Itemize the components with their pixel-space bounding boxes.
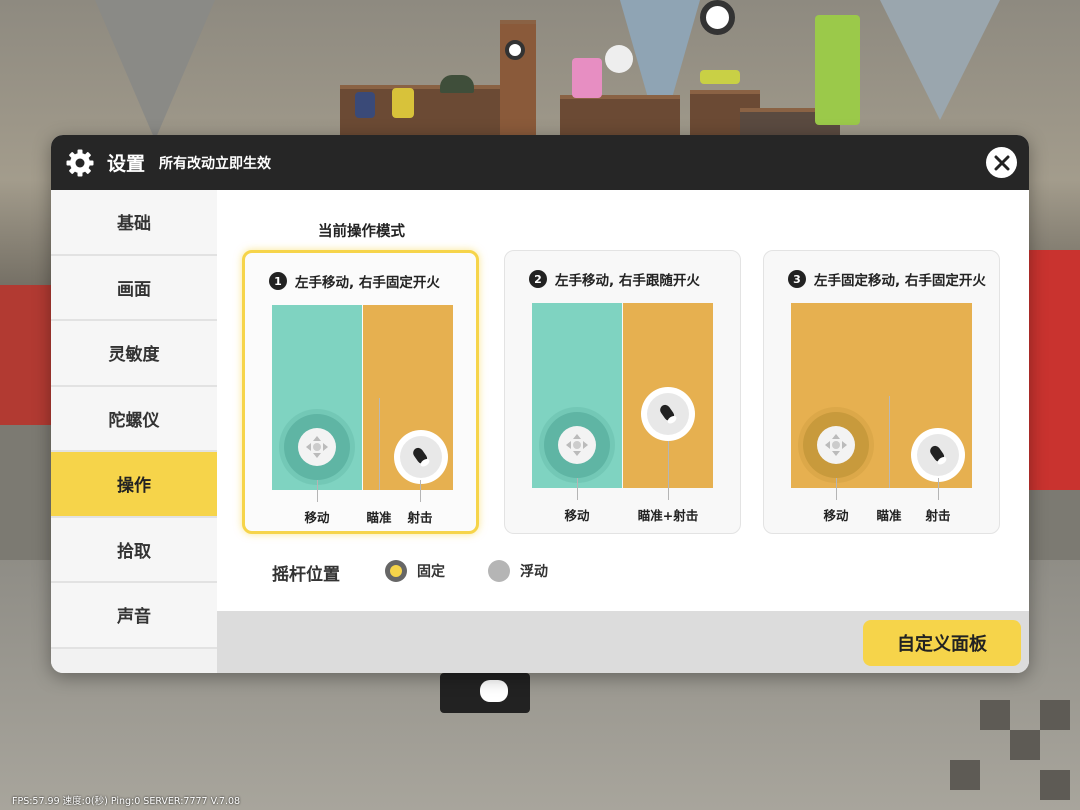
fire-label: 射击	[407, 510, 433, 525]
mode-card-header: 1 左手移动, 右手固定开火	[269, 271, 440, 291]
wall-target	[505, 40, 525, 60]
shop-item	[572, 58, 602, 98]
aim-fire-label: 瞄准+射击	[637, 508, 699, 523]
close-button[interactable]	[986, 147, 1017, 178]
settings-footer: 自定义面板	[217, 611, 1029, 673]
fire-button-icon	[911, 428, 965, 482]
move-label: 移动	[823, 508, 849, 523]
mode-label: 左手固定移动, 右手固定开火	[814, 273, 986, 289]
fire-button-icon	[394, 430, 448, 484]
zone-divider	[889, 396, 890, 488]
settings-sidebar: 基础 画面 灵敏度 陀螺仪 操作 拾取 声音	[51, 190, 217, 673]
aim-label: 瞄准	[366, 510, 392, 525]
joystick-icon	[544, 412, 610, 478]
shop-item	[392, 88, 414, 118]
banner-triangle	[95, 0, 215, 140]
fire-button-icon	[641, 387, 695, 441]
mode-card-3[interactable]: 3 左手固定移动, 右手固定开火 移动 瞄准 射击	[763, 250, 1000, 534]
floor-tile	[950, 760, 980, 790]
move-label: 移动	[304, 510, 330, 525]
shop-item	[700, 70, 740, 84]
red-wall	[1025, 250, 1080, 490]
joystick-icon	[284, 414, 350, 480]
radio-selected-icon	[385, 560, 407, 582]
radio-label: 固定	[417, 564, 445, 580]
radio-fixed[interactable]: 固定	[385, 560, 445, 582]
sidebar-item-pickup[interactable]: 拾取	[51, 517, 217, 583]
player-character	[480, 680, 508, 702]
shop-shelf	[560, 95, 680, 135]
wall-poster	[815, 15, 860, 125]
radio-label: 浮动	[520, 564, 548, 580]
floor-tile	[1010, 730, 1040, 760]
shop-item	[355, 92, 375, 118]
floor-tile	[980, 700, 1010, 730]
shop-item	[605, 45, 633, 73]
joystick-icon	[803, 412, 869, 478]
settings-title: 设置	[107, 153, 146, 175]
aim-label: 瞄准	[876, 508, 902, 523]
wall-target	[700, 0, 735, 35]
status-bar: FPS:57.99 速度:0(秒) Ping:0 SERVER:7777 V.7…	[12, 796, 241, 807]
radio-unselected-icon	[488, 560, 510, 582]
mode-card-header: 3 左手固定移动, 右手固定开火	[788, 269, 986, 289]
settings-subtitle: 所有改动立即生效	[159, 155, 272, 172]
mode-number-badge: 3	[788, 270, 806, 288]
custom-panel-button[interactable]: 自定义面板	[863, 620, 1021, 666]
settings-panel: 设置 所有改动立即生效 基础 画面 灵敏度 陀螺仪 操作 拾取 声音 当前操作模…	[51, 135, 1029, 673]
mode-card-1[interactable]: 1 左手移动, 右手固定开火 移动 瞄准 射击	[242, 250, 479, 534]
sidebar-item-controls[interactable]: 操作	[51, 452, 217, 518]
move-label: 移动	[564, 508, 590, 523]
red-crate	[0, 285, 55, 425]
mode-number-badge: 1	[269, 272, 287, 290]
shop-item	[440, 75, 474, 93]
controls-content: 当前操作模式 1 左手移动, 右手固定开火 移动 瞄准 射击 2 左手移动, 右…	[217, 190, 1029, 611]
settings-header: 设置 所有改动立即生效	[51, 135, 1029, 190]
zone-divider	[379, 398, 380, 490]
radio-floating[interactable]: 浮动	[488, 560, 548, 582]
close-icon	[994, 155, 1009, 170]
sidebar-item-graphics[interactable]: 画面	[51, 255, 217, 321]
gear-icon	[65, 148, 95, 178]
sidebar-item-sensitivity[interactable]: 灵敏度	[51, 321, 217, 387]
banner-triangle	[880, 0, 1000, 120]
shop-door	[500, 20, 536, 135]
sidebar-item-gyroscope[interactable]: 陀螺仪	[51, 386, 217, 452]
floor-tile	[1040, 700, 1070, 730]
mode-number-badge: 2	[529, 270, 547, 288]
sidebar-item-sound[interactable]: 声音	[51, 583, 217, 649]
mode-card-header: 2 左手移动, 右手跟随开火	[529, 269, 700, 289]
mode-label: 左手移动, 右手固定开火	[295, 275, 440, 291]
sidebar-item-basic[interactable]: 基础	[51, 190, 217, 256]
joystick-position-label: 摇杆位置	[272, 565, 340, 585]
mode-label: 左手移动, 右手跟随开火	[555, 273, 700, 289]
floor-tile	[1040, 770, 1070, 800]
mode-title: 当前操作模式	[318, 224, 405, 240]
fire-label: 射击	[925, 508, 951, 523]
mode-card-2[interactable]: 2 左手移动, 右手跟随开火 移动 瞄准+射击	[504, 250, 741, 534]
